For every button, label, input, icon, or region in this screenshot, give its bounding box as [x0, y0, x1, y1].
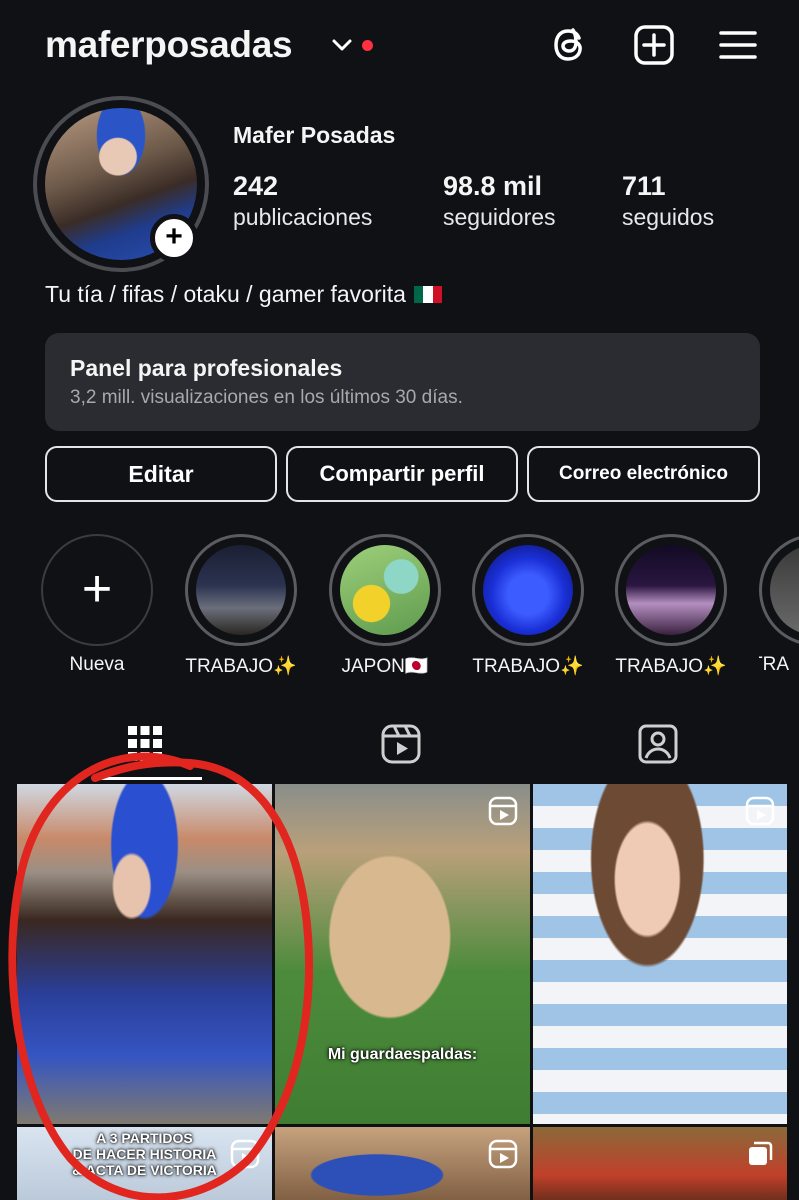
followers-stat[interactable]: 98.8 mil seguidores — [443, 171, 556, 231]
plus-icon: + — [81, 560, 113, 618]
highlight-ring — [185, 534, 297, 646]
email-button[interactable]: Correo electrónico — [527, 446, 760, 502]
highlight-ring — [759, 534, 799, 646]
highlight-cover — [483, 545, 573, 635]
reels-icon — [488, 1139, 518, 1169]
highlight-ring — [329, 534, 441, 646]
reels-tab[interactable] — [380, 722, 422, 766]
reel-thumbnail[interactable]: Mi guardaespaldas: — [275, 784, 530, 1124]
posts-count: 242 — [233, 171, 279, 201]
highlight-ring: + — [41, 534, 153, 646]
grid-icon — [128, 726, 162, 761]
highlight-cover — [196, 545, 286, 635]
panel-title: Panel para profesionales — [70, 355, 343, 381]
bio-text: Tu tía / fifas / otaku / gamer favorita — [45, 281, 406, 307]
new-post-icon[interactable] — [633, 24, 675, 66]
highlight-cover — [340, 545, 430, 635]
active-tab-indicator — [92, 777, 202, 780]
highlight-ring — [472, 534, 584, 646]
tagged-icon — [638, 724, 678, 764]
highlight-label: TRABAJO✨ — [615, 656, 727, 677]
post-thumbnail[interactable] — [17, 784, 272, 1124]
notification-dot — [362, 40, 373, 51]
reels-icon — [745, 796, 775, 826]
share-profile-button[interactable]: Compartir perfil — [286, 446, 518, 502]
following-stat[interactable]: 711 seguidos — [622, 171, 714, 231]
account-username[interactable]: maferposadas — [45, 24, 293, 66]
reel-thumbnail[interactable] — [275, 1127, 530, 1200]
following-label: seguidos — [622, 204, 715, 230]
edit-profile-button[interactable]: Editar — [45, 446, 277, 502]
highlight-cover — [770, 545, 799, 635]
tagged-tab[interactable] — [637, 722, 679, 766]
highlight-ring — [615, 534, 727, 646]
highlight-new[interactable]: + Nueva — [41, 534, 153, 675]
highlight-item[interactable]: JAPON🇯🇵 — [329, 534, 441, 677]
highlight-item[interactable]: TRABAJO✨ — [185, 534, 297, 677]
reels-icon — [381, 724, 421, 764]
threads-icon[interactable] — [549, 24, 591, 66]
reel-thumbnail[interactable] — [533, 784, 787, 1124]
reel-caption: Mi guardaespaldas: — [327, 1046, 478, 1063]
followers-count: 98.8 mil — [443, 171, 543, 201]
display-name: Mafer Posadas — [233, 122, 396, 148]
carousel-thumbnail[interactable] — [533, 1127, 787, 1200]
posts-label: publicaciones — [233, 204, 373, 230]
post-caption: A 3 PARTIDOS DE HACER HISTORIA & ACTA DE… — [72, 1130, 217, 1178]
reels-icon — [488, 796, 518, 826]
followers-label: seguidores — [443, 204, 556, 230]
grid-tab[interactable] — [124, 722, 166, 766]
menu-icon[interactable] — [717, 24, 759, 66]
panel-subtitle: 3,2 mill. visualizaciones en los últimos… — [70, 387, 463, 408]
profile-header: maferposadas — [0, 0, 799, 92]
mexico-flag-icon — [413, 286, 442, 303]
highlight-item[interactable]: TRABAJO✨ — [472, 534, 584, 677]
highlight-item[interactable]: TRA — [759, 534, 799, 684]
highlight-cover — [626, 545, 716, 635]
professional-dashboard[interactable]: Panel para profesionales 3,2 mill. visua… — [45, 333, 760, 431]
following-count: 711 — [622, 171, 666, 201]
profile-bio: Tu tía / fifas / otaku / gamer favorita — [45, 281, 442, 308]
chevron-down-icon[interactable] — [331, 36, 353, 54]
posts-grid: Mi guardaespaldas: A 3 PARTIDOS DE HACER… — [17, 784, 787, 1200]
carousel-icon — [749, 1141, 773, 1165]
highlight-label: TRA — [759, 654, 789, 675]
add-story-icon[interactable]: + — [150, 214, 198, 262]
reel-thumbnail[interactable]: A 3 PARTIDOS DE HACER HISTORIA & ACTA DE… — [17, 1127, 272, 1200]
highlight-item[interactable]: TRABAJO✨ — [615, 534, 727, 677]
posts-stat[interactable]: 242 publicaciones — [233, 171, 372, 231]
